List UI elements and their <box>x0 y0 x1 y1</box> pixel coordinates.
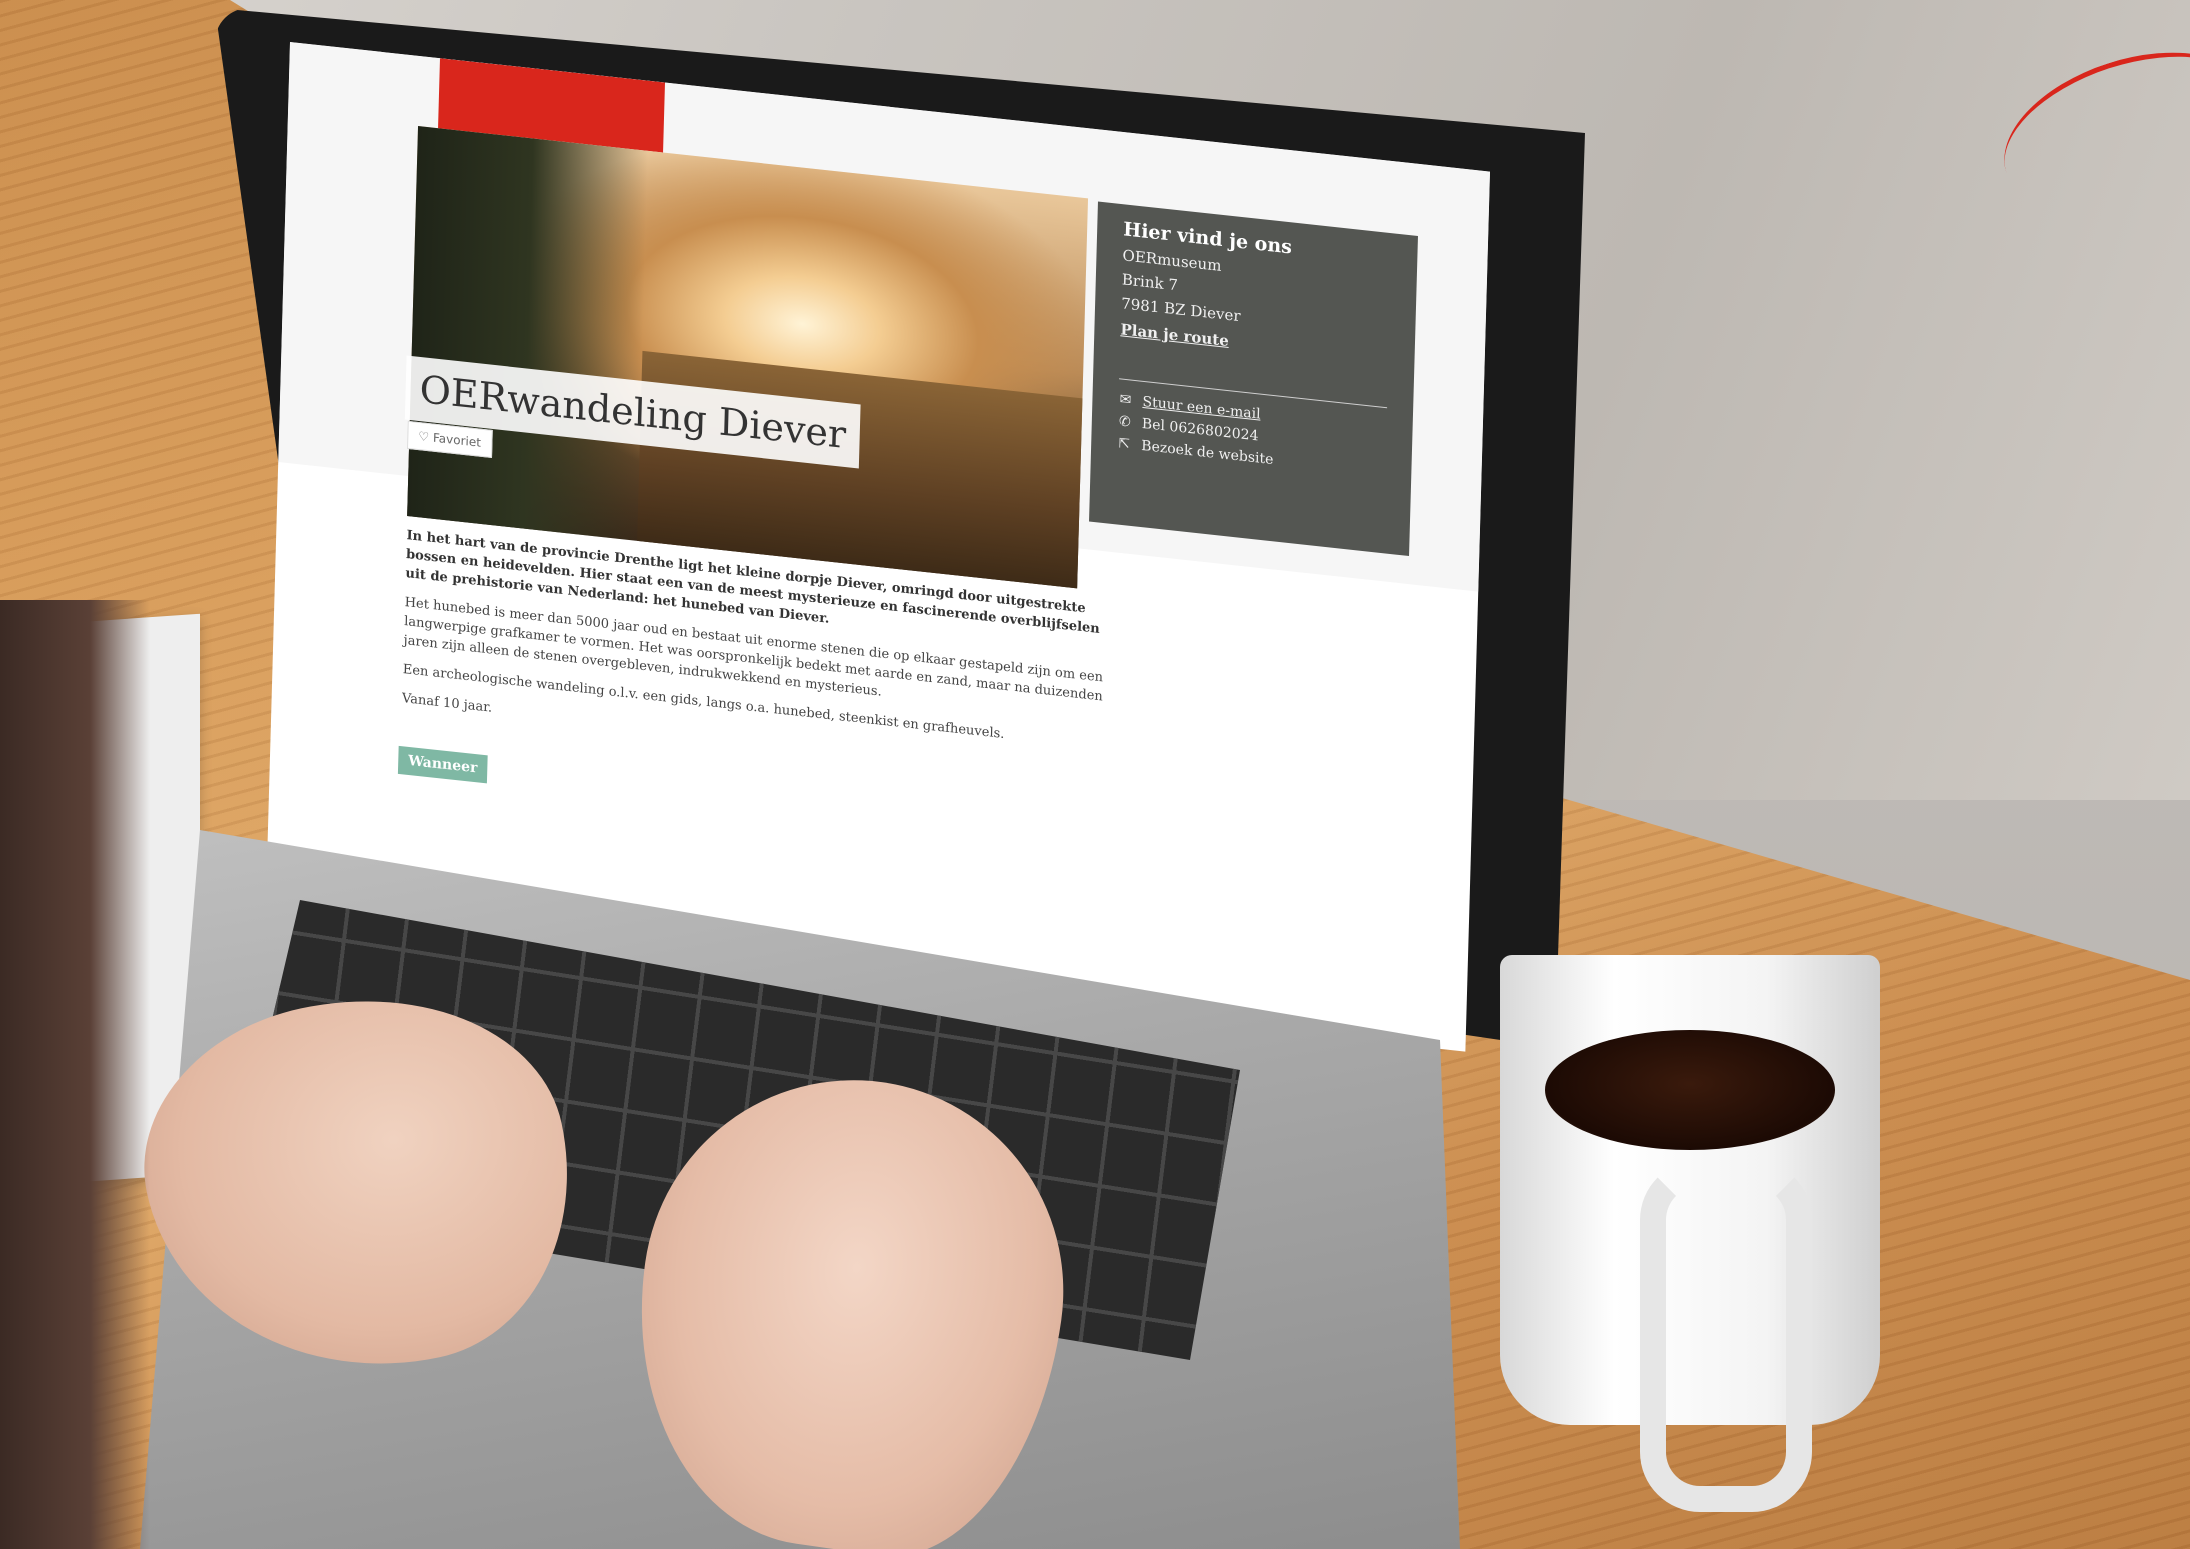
cup-handle <box>1640 1160 1812 1512</box>
favorite-label: Favoriet <box>432 430 482 450</box>
hero-trees <box>407 126 649 541</box>
location-panel: Hier vind je ons OERmuseum Brink 7 7981 … <box>1089 201 1418 557</box>
email-icon: ✉ <box>1119 391 1132 409</box>
photo-scene: OERwandeling Diever ♡ Favoriet Hier vind… <box>0 0 2190 1549</box>
wanneer-tab[interactable]: Wanneer <box>397 745 488 784</box>
phone-icon: ✆ <box>1118 413 1131 431</box>
coffee <box>1545 1030 1835 1150</box>
external-link-icon: ⇱ <box>1118 435 1131 453</box>
heart-icon: ♡ <box>418 429 430 445</box>
person-hair <box>0 600 150 1549</box>
